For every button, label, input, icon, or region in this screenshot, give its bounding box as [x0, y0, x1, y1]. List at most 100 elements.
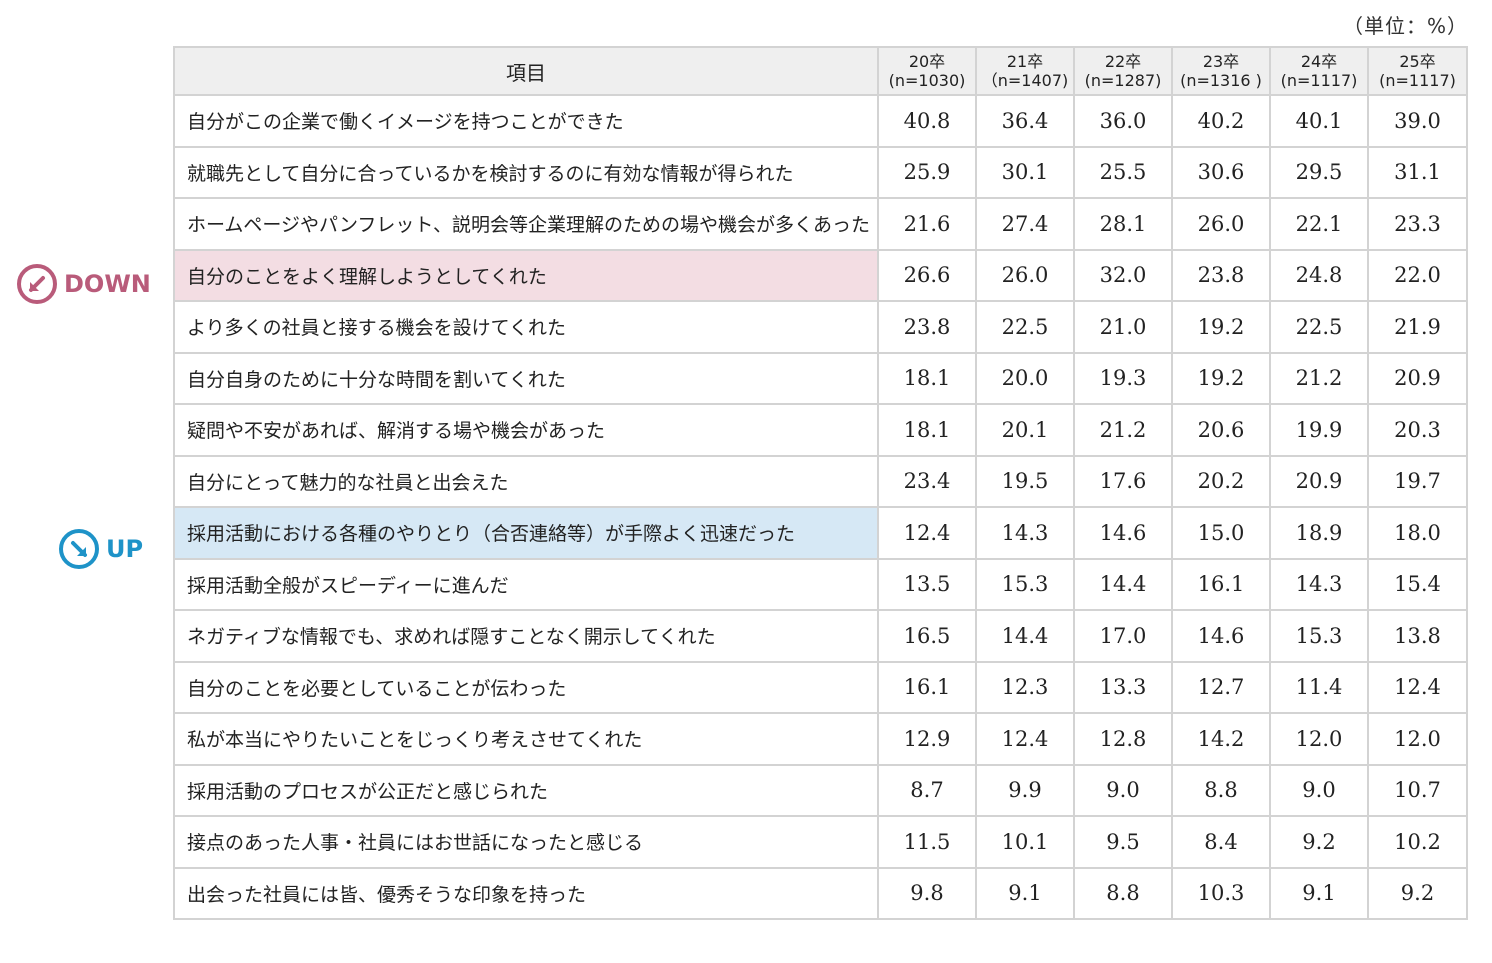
value-cell: 18.1	[877, 403, 977, 457]
value-cell: 22.5	[1269, 300, 1369, 354]
down-arrow-icon	[17, 264, 57, 304]
year-label: 24卒	[1300, 52, 1338, 71]
value-cell: 26.0	[1171, 197, 1271, 251]
value-cell: 9.2	[1269, 815, 1369, 869]
value-cell: 13.8	[1367, 609, 1468, 663]
table-row: 採用活動全般がスピーディーに進んだ 13.5 15.3 14.4 16.1 14.3 15.…	[173, 557, 1468, 611]
year-column-header: 24卒 (n=1117)	[1269, 46, 1369, 96]
up-arrow-icon	[59, 529, 99, 569]
value-cell: 15.3	[1269, 609, 1369, 663]
table-row: 自分自身のために十分な時間を割いてくれた 18.1 20.0 19.3 19.2 21.2…	[173, 351, 1468, 405]
value-cell: 21.2	[1073, 403, 1173, 457]
year-label: 25卒	[1399, 52, 1436, 71]
value-cell: 30.1	[975, 145, 1075, 199]
value-cell: 16.1	[877, 660, 977, 714]
sample-size-label: (n=1030)	[888, 71, 966, 90]
value-cell: 14.4	[1073, 557, 1173, 611]
item-label: 私が本当にやりたいことをじっくり考えさせてくれた	[173, 712, 879, 766]
value-cell: 9.0	[1073, 763, 1173, 817]
value-cell: 14.6	[1073, 506, 1173, 560]
value-cell: 12.0	[1367, 712, 1468, 766]
value-cell: 20.9	[1269, 454, 1369, 508]
value-cell: 17.6	[1073, 454, 1173, 508]
sample-size-label: (n=1117)	[1280, 71, 1358, 90]
value-cell: 19.9	[1269, 403, 1369, 457]
sample-size-label: （n=1407)	[981, 71, 1069, 90]
item-label: 自分自身のために十分な時間を割いてくれた	[173, 351, 879, 405]
value-cell: 13.5	[877, 557, 977, 611]
value-cell: 29.5	[1269, 145, 1369, 199]
up-label: UP	[106, 535, 144, 563]
value-cell: 8.8	[1171, 763, 1271, 817]
value-cell: 15.3	[975, 557, 1075, 611]
value-cell: 12.4	[1367, 660, 1468, 714]
value-cell: 9.8	[877, 866, 977, 920]
value-cell: 16.5	[877, 609, 977, 663]
value-cell: 15.0	[1171, 506, 1271, 560]
year-column-header: 25卒 (n=1117)	[1367, 46, 1468, 96]
value-cell: 10.3	[1171, 866, 1271, 920]
table-row: 接点のあった人事・社員にはお世話になったと感じる 11.5 10.1 9.5 8.4 9.…	[173, 815, 1468, 869]
value-cell: 8.7	[877, 763, 977, 817]
item-label: ネガティブな情報でも、求めれば隠すことなく開示してくれた	[173, 609, 879, 663]
value-cell: 21.0	[1073, 300, 1173, 354]
value-cell: 36.0	[1073, 94, 1173, 148]
sample-size-label: (n=1316 )	[1180, 71, 1262, 90]
table-row: 私が本当にやりたいことをじっくり考えさせてくれた 12.9 12.4 12.8 14.2…	[173, 712, 1468, 766]
table-row: 自分のことをよく理解しようとしてくれた 26.6 26.0 32.0 23.8 24.8 2…	[173, 248, 1468, 302]
down-marker: DOWN	[16, 263, 151, 305]
value-cell: 23.3	[1367, 197, 1468, 251]
value-cell: 11.5	[877, 815, 977, 869]
value-cell: 18.9	[1269, 506, 1369, 560]
table-row: 就職先として自分に合っているかを検討するのに有効な情報が得られた 25.9 30.1…	[173, 145, 1468, 199]
value-cell: 24.8	[1269, 248, 1369, 302]
value-cell: 23.8	[877, 300, 977, 354]
value-cell: 19.7	[1367, 454, 1468, 508]
table-row: ネガティブな情報でも、求めれば隠すことなく開示してくれた 16.5 14.4 17.0…	[173, 609, 1468, 663]
value-cell: 23.8	[1171, 248, 1271, 302]
item-label: 採用活動のプロセスが公正だと感じられた	[173, 763, 879, 817]
value-cell: 25.9	[877, 145, 977, 199]
value-cell: 25.5	[1073, 145, 1173, 199]
value-cell: 12.9	[877, 712, 977, 766]
value-cell: 20.9	[1367, 351, 1468, 405]
up-marker: UP	[58, 528, 143, 570]
value-cell: 9.5	[1073, 815, 1173, 869]
value-cell: 21.2	[1269, 351, 1369, 405]
value-cell: 23.4	[877, 454, 977, 508]
item-label: 自分のことをよく理解しようとしてくれた	[173, 248, 879, 302]
value-cell: 11.4	[1269, 660, 1369, 714]
value-cell: 22.1	[1269, 197, 1369, 251]
unit-label: （単位：%）	[1342, 14, 1468, 38]
value-cell: 12.8	[1073, 712, 1173, 766]
table-row: 疑問や不安があれば、解消する場や機会があった 18.1 20.1 21.2 20.6 19…	[173, 403, 1468, 457]
item-label: 採用活動全般がスピーディーに進んだ	[173, 557, 879, 611]
item-label: 自分のことを必要としていることが伝わった	[173, 660, 879, 714]
value-cell: 14.6	[1171, 609, 1271, 663]
table-row: 採用活動における各種のやりとり（合否連絡等）が手際よく迅速だった 12.4 14.3…	[173, 506, 1468, 560]
item-label: ホームページやパンフレット、説明会等企業理解のための場や機会が多くあった	[173, 197, 879, 251]
value-cell: 8.8	[1073, 866, 1173, 920]
year-label: 20卒	[908, 52, 946, 71]
value-cell: 22.5	[975, 300, 1075, 354]
value-cell: 12.0	[1269, 712, 1369, 766]
value-cell: 17.0	[1073, 609, 1173, 663]
value-cell: 20.0	[975, 351, 1075, 405]
table-row: 自分にとって魅力的な社員と出会えた 23.4 19.5 17.6 20.2 20.9 19.…	[173, 454, 1468, 508]
value-cell: 21.6	[877, 197, 977, 251]
header-row: 項目 20卒 (n=1030) 21卒 （n=1407) 22卒 (n=1287…	[173, 46, 1468, 96]
item-label: 自分がこの企業で働くイメージを持つことができた	[173, 94, 879, 148]
value-cell: 22.0	[1367, 248, 1468, 302]
value-cell: 14.2	[1171, 712, 1271, 766]
table-body: 自分がこの企業で働くイメージを持つことができた 40.8 36.4 36.0 40.2 4…	[173, 94, 1468, 920]
value-cell: 31.1	[1367, 145, 1468, 199]
sample-size-label: (n=1287)	[1084, 71, 1162, 90]
value-cell: 18.1	[877, 351, 977, 405]
value-cell: 19.2	[1171, 300, 1271, 354]
value-cell: 10.2	[1367, 815, 1468, 869]
value-cell: 9.0	[1269, 763, 1369, 817]
table-row: 出会った社員には皆、優秀そうな印象を持った 9.8 9.1 8.8 10.3 9.1 9.2	[173, 866, 1468, 920]
value-cell: 26.6	[877, 248, 977, 302]
value-cell: 9.9	[975, 763, 1075, 817]
value-cell: 40.2	[1171, 94, 1271, 148]
